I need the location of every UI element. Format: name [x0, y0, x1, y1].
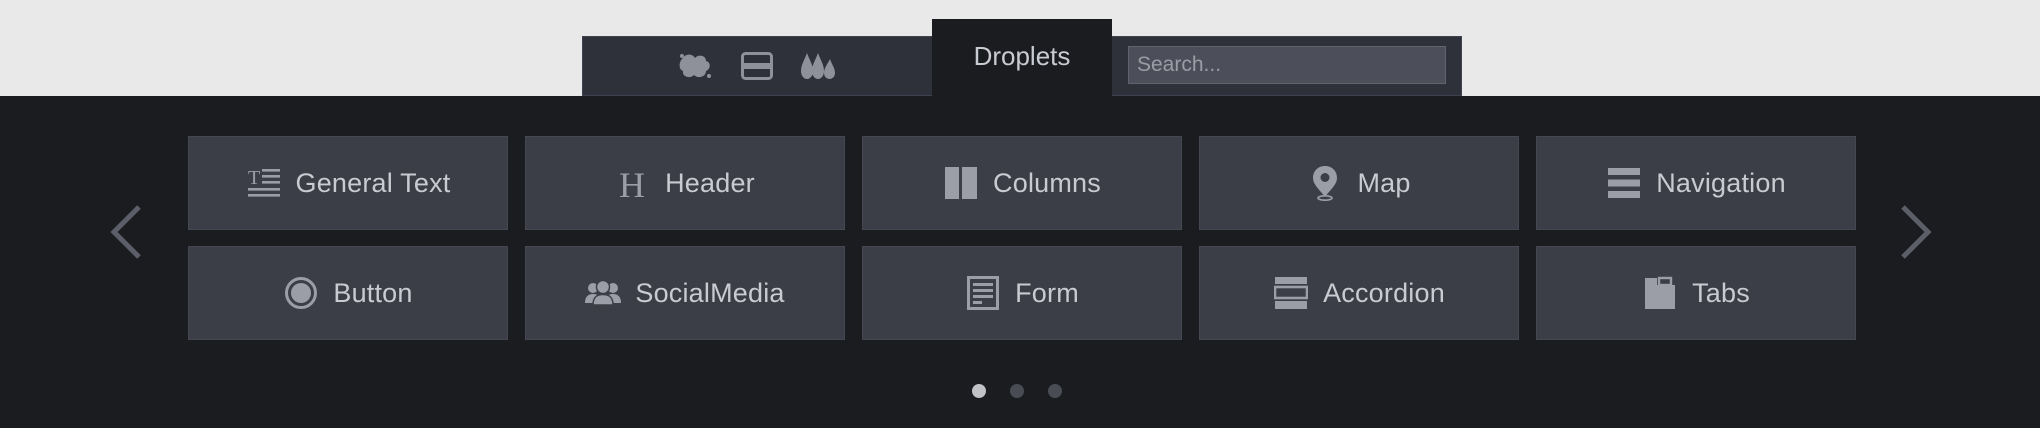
droplet-label: SocialMedia [635, 277, 785, 308]
radio-button-icon [283, 275, 319, 311]
text-icon: T [246, 165, 282, 201]
droplet-social-media[interactable]: SocialMedia [525, 246, 845, 340]
droplet-form[interactable]: Form [862, 246, 1182, 340]
droplet-map[interactable]: Map [1199, 136, 1519, 230]
tab-droplets[interactable]: Droplets [932, 19, 1112, 96]
chevron-right-icon [1901, 205, 1932, 259]
svg-text:T: T [248, 167, 260, 189]
header-icon: H [615, 165, 651, 201]
droplet-label: Map [1357, 167, 1411, 198]
pagination-dot-2[interactable] [1010, 384, 1024, 398]
pagination-dot-3[interactable] [1048, 384, 1062, 398]
tab-droplets-label: Droplets [973, 41, 1071, 71]
next-page-button[interactable] [1896, 202, 1936, 262]
droplet-header[interactable]: H Header [525, 136, 845, 230]
droplet-label: Columns [993, 167, 1101, 198]
droplets-panel: T General Text H Header Columns Map Navi… [0, 96, 2040, 428]
layout-rows-icon[interactable] [737, 47, 777, 85]
droplet-tabs[interactable]: Tabs [1536, 246, 1856, 340]
droplet-label: Button [333, 277, 413, 308]
accordion-icon [1273, 275, 1309, 311]
droplet-label: Navigation [1656, 167, 1786, 198]
droplet-grid: T General Text H Header Columns Map Navi… [188, 136, 1856, 340]
chevron-left-icon [110, 205, 141, 259]
menu-icon [1606, 165, 1642, 201]
pagination-dot-1[interactable] [972, 384, 986, 398]
splash-icon[interactable] [675, 47, 715, 85]
previous-page-button[interactable] [106, 202, 146, 262]
droplet-general-text[interactable]: T General Text [188, 136, 508, 230]
droplet-navigation[interactable]: Navigation [1536, 136, 1856, 230]
toolbar-icon-group [583, 37, 933, 95]
droplet-accordion[interactable]: Accordion [1199, 246, 1519, 340]
droplet-label: Tabs [1692, 277, 1750, 308]
droplet-label: Form [1015, 277, 1079, 308]
users-icon [585, 275, 622, 311]
droplet-label: Accordion [1323, 277, 1445, 308]
svg-text:H: H [619, 165, 645, 201]
droplet-label: Header [665, 167, 755, 198]
tabs-icon [1642, 275, 1678, 311]
droplet-button[interactable]: Button [188, 246, 508, 340]
search-input[interactable] [1128, 46, 1446, 84]
droplets-icon[interactable] [799, 47, 839, 85]
form-icon [965, 275, 1001, 311]
map-pin-icon [1307, 165, 1343, 201]
columns-icon [943, 165, 979, 201]
pagination-dots [972, 384, 1062, 398]
droplet-columns[interactable]: Columns [862, 136, 1182, 230]
droplet-label: General Text [295, 167, 451, 198]
